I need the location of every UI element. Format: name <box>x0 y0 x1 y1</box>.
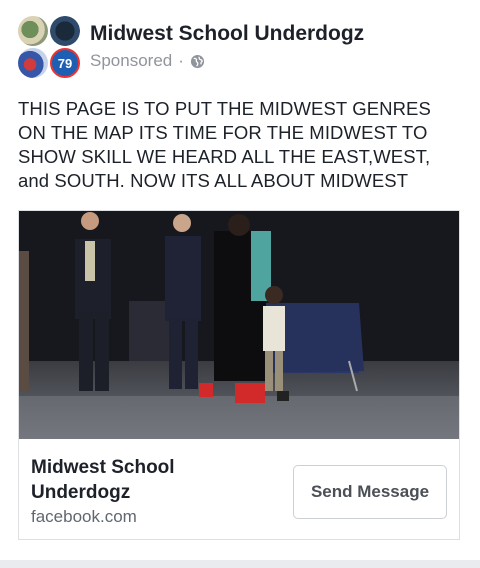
card-title[interactable]: Midwest School Underdogz <box>31 455 251 505</box>
card-photo[interactable] <box>19 211 459 439</box>
page-avatar[interactable]: 79 <box>18 16 80 78</box>
avatar-badge-text: 79 <box>57 55 73 71</box>
send-message-button[interactable]: Send Message <box>293 465 447 519</box>
post-header: 79 Midwest School Underdogz Sponsored · <box>18 16 462 82</box>
card-domain: facebook.com <box>31 507 137 526</box>
avatar-tile <box>50 16 80 46</box>
avatar-tile <box>18 16 48 46</box>
card-footer: Midwest School Underdogz facebook.com Se… <box>19 439 459 539</box>
avatar-tile: 79 <box>50 48 80 78</box>
feed-divider <box>0 560 480 568</box>
sponsored-label[interactable]: Sponsored <box>90 51 172 71</box>
separator-dot: · <box>178 51 184 70</box>
sponsored-row: Sponsored · <box>90 51 205 71</box>
globe-icon <box>190 54 205 69</box>
page-name-link[interactable]: Midwest School Underdogz <box>90 22 364 46</box>
post-message: THIS PAGE IS TO PUT THE MIDWEST GENRES O… <box>18 98 431 191</box>
link-card[interactable]: Midwest School Underdogz facebook.com Se… <box>18 210 460 540</box>
avatar-tile <box>18 48 48 78</box>
